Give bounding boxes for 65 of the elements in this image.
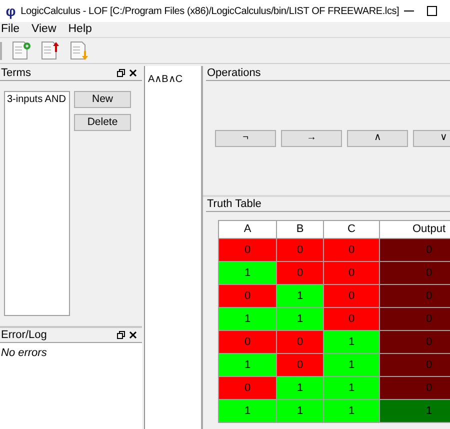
table-cell: 0 bbox=[380, 285, 450, 308]
table-cell: 0 bbox=[380, 308, 450, 331]
term-action-button[interactable]: Delete bbox=[74, 114, 131, 131]
table-cell: 1 bbox=[324, 400, 380, 423]
app-logo: φ bbox=[4, 2, 17, 21]
table-cell: 1 bbox=[277, 285, 324, 308]
document-up-arrow-icon bbox=[40, 40, 60, 60]
window-title: LogicCalculus - LOF [C:/Program Files (x86)/LogicCalculus/bin/LIST OF FREEWARE.lcs] bbox=[20, 4, 400, 18]
toolbar-button[interactable] bbox=[11, 40, 31, 60]
table-cell: 1 bbox=[219, 400, 277, 423]
table-cell: 1 bbox=[324, 354, 380, 377]
menu-item[interactable]: File bbox=[0, 20, 21, 38]
toolbar-button[interactable] bbox=[40, 40, 60, 60]
close-icon bbox=[129, 69, 137, 77]
table-cell: 0 bbox=[324, 285, 380, 308]
table-cell: 0 bbox=[277, 262, 324, 285]
table-cell: 0 bbox=[324, 262, 380, 285]
expression-text: A∧B∧C bbox=[148, 74, 183, 85]
column-header[interactable]: C bbox=[324, 221, 380, 239]
table-cell: 0 bbox=[277, 354, 324, 377]
panel-title: Operations bbox=[207, 66, 261, 81]
table-cell: 0 bbox=[324, 308, 380, 331]
table-cell: 1 bbox=[277, 400, 324, 423]
column-header[interactable]: A bbox=[219, 221, 277, 239]
table-cell: 0 bbox=[380, 354, 450, 377]
table-cell: 1 bbox=[219, 262, 277, 285]
operation-button[interactable]: ¬ bbox=[215, 130, 276, 146]
table-cell: 1 bbox=[219, 354, 277, 377]
table-cell: 1 bbox=[277, 377, 324, 400]
float-icon bbox=[117, 331, 125, 339]
toolbar-button[interactable] bbox=[69, 40, 89, 60]
table-cell: 0 bbox=[219, 285, 277, 308]
table-cell: 0 bbox=[277, 239, 324, 262]
term-item[interactable]: 3-inputs AND bbox=[6, 93, 68, 106]
menu-item[interactable]: Help bbox=[67, 20, 93, 38]
column-header[interactable]: Output bbox=[380, 221, 450, 239]
table-cell: 0 bbox=[380, 331, 450, 354]
table-cell: 0 bbox=[380, 377, 450, 400]
table-cell: 0 bbox=[277, 331, 324, 354]
operation-button[interactable]: ∧ bbox=[347, 130, 408, 146]
maximize-icon bbox=[427, 6, 438, 16]
table-cell: 1 bbox=[219, 308, 277, 331]
term-action-button[interactable]: New bbox=[74, 91, 131, 108]
table-cell: 0 bbox=[324, 239, 380, 262]
table-cell: 1 bbox=[324, 331, 380, 354]
table-cell: 0 bbox=[219, 377, 277, 400]
close-icon bbox=[129, 331, 137, 339]
table-cell: 0 bbox=[380, 239, 450, 262]
panel-title: Truth Table bbox=[207, 196, 262, 212]
column-header[interactable]: B bbox=[277, 221, 324, 239]
panel-title: Error/Log bbox=[1, 328, 47, 343]
table-cell: 0 bbox=[219, 239, 277, 262]
operation-button[interactable]: → bbox=[281, 130, 342, 146]
log-message: No errors bbox=[1, 347, 47, 359]
menu-item[interactable]: View bbox=[30, 20, 58, 38]
operation-button[interactable]: ∨ bbox=[413, 130, 450, 146]
panel-title: Terms bbox=[1, 66, 31, 81]
float-icon bbox=[117, 69, 125, 77]
table-cell: 1 bbox=[324, 377, 380, 400]
table-cell: 0 bbox=[380, 262, 450, 285]
table-cell: 1 bbox=[380, 400, 450, 423]
table-cell: 1 bbox=[277, 308, 324, 331]
document-down-arrow-icon bbox=[70, 40, 88, 60]
new-document-icon bbox=[12, 40, 30, 60]
table-cell: 0 bbox=[219, 331, 277, 354]
